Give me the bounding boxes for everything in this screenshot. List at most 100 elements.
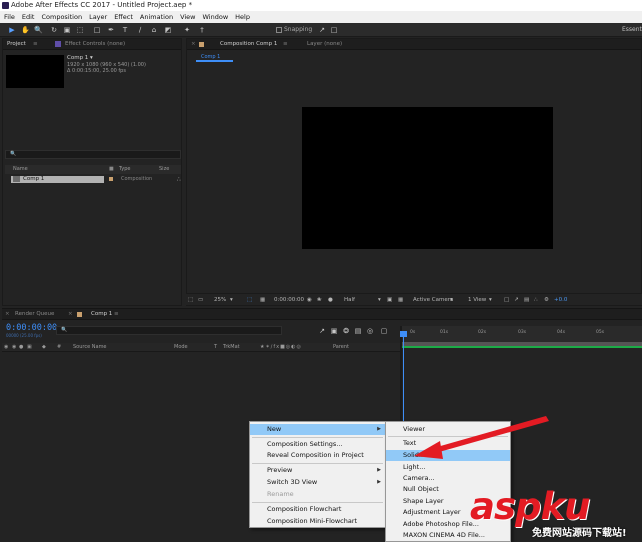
menu-composition[interactable]: Composition <box>41 11 82 23</box>
menu-item-new[interactable]: New ▶ <box>250 424 385 435</box>
menu-item-composition-flowchart[interactable]: Composition Flowchart <box>250 504 385 515</box>
selection-tool-icon[interactable]: ▶ <box>8 26 16 34</box>
comp-flowchart-icon[interactable]: ↗ <box>318 327 326 335</box>
tab-render-queue[interactable]: Render Queue <box>15 309 54 320</box>
puppet-pin-tool-icon[interactable]: † <box>198 26 206 34</box>
current-timecode[interactable]: 0:00:00:00 <box>274 296 304 304</box>
close-tab-icon[interactable]: × <box>191 39 196 50</box>
submenu-item-light[interactable]: Light... <box>386 462 510 473</box>
timeline-icon[interactable]: ▤ <box>524 296 529 304</box>
project-item-row[interactable]: Comp 1 Composition ∴ <box>5 175 181 184</box>
frame-blending-icon[interactable]: ▤ <box>354 327 362 335</box>
time-ruler[interactable]: 0s 01s 02s 03s 04s 05s <box>402 326 642 342</box>
monitor-icon[interactable]: ▭ <box>198 296 203 304</box>
close-tab-icon[interactable]: × <box>5 309 10 320</box>
menu-layer[interactable]: Layer <box>89 11 107 23</box>
pan-behind-tool-icon[interactable]: ⬚ <box>76 26 84 34</box>
menu-file[interactable]: File <box>4 11 15 23</box>
menu-item-switch-3d-view[interactable]: Switch 3D View ▶ <box>250 477 385 488</box>
column-parent[interactable]: Parent <box>333 343 349 352</box>
toggle-grid-icon[interactable]: ▦ <box>260 296 265 304</box>
label-color-swatch[interactable] <box>109 177 113 181</box>
transparency-grid-icon[interactable]: ▦ <box>398 296 403 304</box>
pen-tool-icon[interactable]: ✒ <box>107 26 115 34</box>
zoom-tool-icon[interactable]: 🔍 <box>34 26 43 34</box>
eraser-tool-icon[interactable]: ◩ <box>164 26 172 34</box>
hand-tool-icon[interactable]: ✋ <box>21 26 30 34</box>
layer-switches-icon[interactable]: ★✶∕fx■◎◐◎ <box>260 343 302 352</box>
timeline-current-time[interactable]: 0:00:00:00 <box>6 323 57 333</box>
rectangle-tool-icon[interactable]: □ <box>93 26 101 34</box>
panel-menu-icon[interactable]: ≡ <box>283 39 288 50</box>
audio-switch-icon[interactable]: ◉ <box>12 343 16 352</box>
motion-blur-icon[interactable]: ◎ <box>366 327 374 335</box>
shy-layers-icon[interactable]: ❂ <box>342 327 350 335</box>
panel-menu-icon[interactable]: ≡ <box>114 309 119 320</box>
tab-comp[interactable]: Comp 1 <box>91 309 112 320</box>
show-channel-icon[interactable]: ● <box>328 296 333 304</box>
snapshot-camera-icon[interactable]: ◉ <box>307 296 312 304</box>
column-name[interactable]: Name <box>13 165 28 174</box>
fit-view-icon[interactable]: ⬚ <box>247 296 252 304</box>
show-snapshot-icon[interactable]: ❀ <box>317 296 322 304</box>
menu-effect[interactable]: Effect <box>114 11 133 23</box>
column-t[interactable]: T <box>214 343 217 352</box>
graph-editor-icon[interactable]: ▢ <box>380 327 388 335</box>
column-number[interactable]: # <box>57 343 61 352</box>
snapping-checkbox[interactable] <box>276 27 282 33</box>
resolution-dropdown[interactable]: Half <box>344 296 355 304</box>
flowchart-icon[interactable]: ∴ <box>177 175 181 184</box>
breadcrumb-comp[interactable]: Comp 1 <box>201 53 220 61</box>
always-preview-icon[interactable]: ⬚ <box>188 296 193 304</box>
toggle-pixel-aspect-icon[interactable]: □ <box>504 296 509 304</box>
comp-name-label[interactable]: Comp 1 ▾ <box>67 55 93 61</box>
menu-window[interactable]: Window <box>203 11 229 23</box>
draft-3d-icon[interactable]: ▣ <box>330 327 338 335</box>
menu-item-reveal-composition[interactable]: Reveal Composition in Project <box>250 450 385 461</box>
menu-view[interactable]: View <box>180 11 195 23</box>
project-search-input[interactable]: 🔍 <box>5 150 181 159</box>
reset-exposure-icon[interactable]: ⚙ <box>544 296 549 304</box>
panel-menu-icon[interactable]: ≡ <box>33 39 38 50</box>
snap-option-icon[interactable]: ↗ <box>318 26 326 34</box>
column-mode[interactable]: Mode <box>174 343 188 352</box>
exposure-value[interactable]: +0.0 <box>554 296 567 304</box>
solo-switch-icon[interactable]: ● <box>19 343 23 352</box>
tab-effect-controls[interactable]: Effect Controls (none) <box>65 39 125 50</box>
menu-edit[interactable]: Edit <box>22 11 35 23</box>
menu-item-preview[interactable]: Preview ▶ <box>250 465 385 476</box>
fast-preview-icon[interactable]: ↗ <box>514 296 519 304</box>
current-time-indicator-handle[interactable] <box>400 331 407 337</box>
zoom-dropdown[interactable]: 25% <box>214 296 226 304</box>
composition-canvas[interactable] <box>302 107 553 249</box>
column-source-name[interactable]: Source Name <box>73 343 107 352</box>
roto-brush-tool-icon[interactable]: ✦ <box>183 26 191 34</box>
menu-item-composition-mini-flowchart[interactable]: Composition Mini-Flowchart <box>250 516 385 527</box>
video-switch-icon[interactable]: ◉ <box>4 343 8 352</box>
snap-frame-icon[interactable]: □ <box>330 26 338 34</box>
tab-composition[interactable]: Composition Comp 1 <box>220 39 277 50</box>
column-type[interactable]: Type <box>119 165 130 174</box>
camera-tool-icon[interactable]: ▣ <box>63 26 71 34</box>
workspace-essentials-label[interactable]: Essent <box>622 25 642 35</box>
label-column-icon[interactable]: ◆ <box>42 343 46 352</box>
clone-stamp-tool-icon[interactable]: ⌂ <box>150 26 158 34</box>
flowchart-icon[interactable]: ∴ <box>534 296 538 304</box>
label-column-icon[interactable]: ■ <box>109 165 114 174</box>
menu-help[interactable]: Help <box>235 11 250 23</box>
submenu-item-camera[interactable]: Camera... <box>386 473 510 484</box>
tab-layer[interactable]: Layer (none) <box>307 39 342 50</box>
close-tab-icon[interactable]: × <box>68 309 73 320</box>
tab-project[interactable]: Project <box>7 39 26 50</box>
camera-view-dropdown[interactable]: Active Camera <box>413 296 453 304</box>
menu-item-composition-settings[interactable]: Composition Settings... <box>250 439 385 450</box>
lock-icon[interactable]: ▣ <box>27 343 32 352</box>
brush-tool-icon[interactable]: ∕ <box>136 26 144 34</box>
column-trkmat[interactable]: TrkMat <box>223 343 240 352</box>
rotation-tool-icon[interactable]: ↻ <box>50 26 58 34</box>
column-size[interactable]: Size <box>159 165 169 174</box>
region-of-interest-icon[interactable]: ▣ <box>387 296 392 304</box>
menu-animation[interactable]: Animation <box>140 11 173 23</box>
view-layout-dropdown[interactable]: 1 View <box>468 296 486 304</box>
type-tool-icon[interactable]: T <box>121 26 129 34</box>
